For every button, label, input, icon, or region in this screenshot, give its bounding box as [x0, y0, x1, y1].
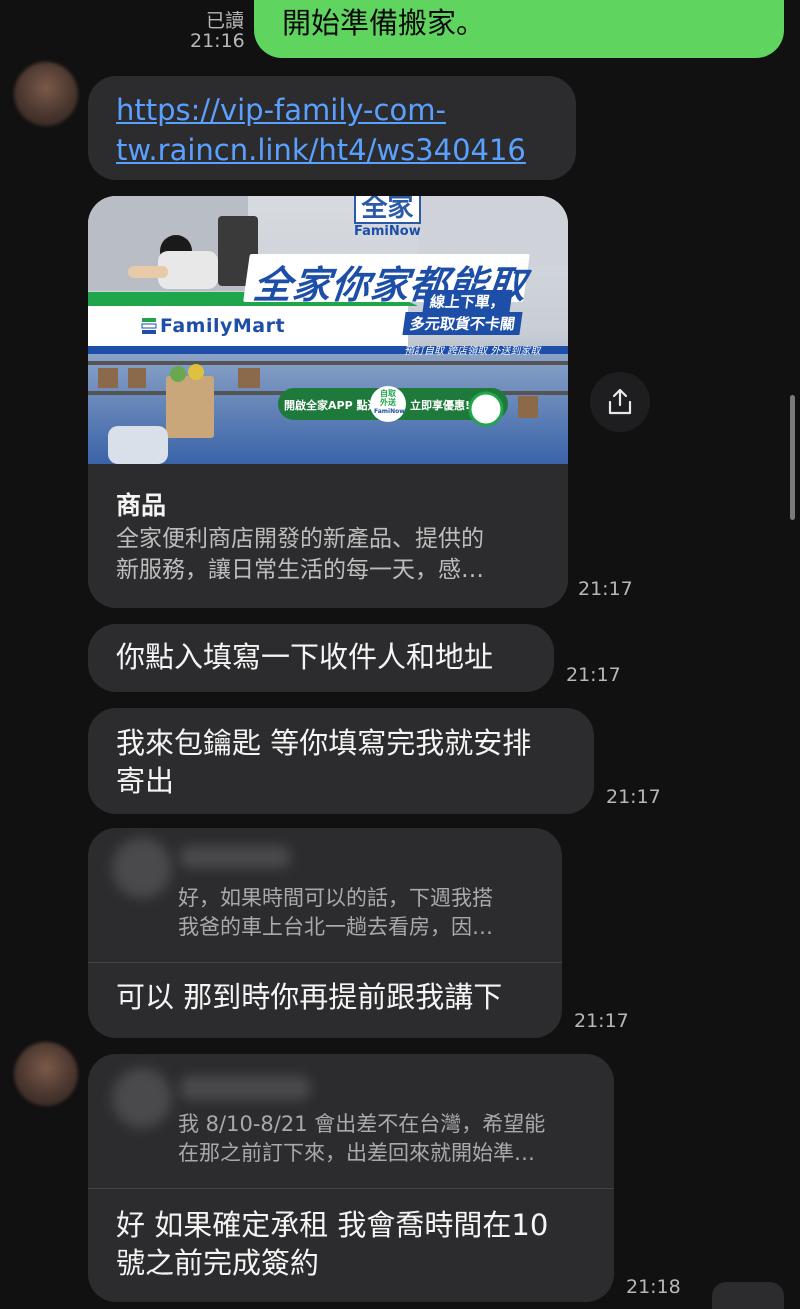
reply-bubble[interactable]: 好，如果時間可以的話，下週我搭 我爸的車上台北一趟去看房，因… 可以 那到時你再… — [88, 828, 562, 1038]
message-time: 21:17 — [574, 1010, 629, 1032]
link-preview-card[interactable]: 全家 FamiNow 全家你家都能取 線上下單， 多元取貨不卡關 預訂自取 跨店… — [88, 196, 568, 608]
sent-text: 開始準備搬家。 — [282, 6, 486, 40]
message-time: 21:17 — [566, 664, 621, 686]
cta-left: 開啟全家APP 點選 — [284, 399, 379, 412]
quoted-name-blurred — [180, 846, 290, 868]
reply-text: 可以 那到時你再提前跟我講下 — [116, 980, 503, 1014]
banner-sub1: 線上下單， — [422, 290, 513, 313]
message-text: 我來包鑰匙 等你填寫完我就安排 寄出 — [116, 726, 532, 798]
read-status: 已讀 — [206, 10, 245, 32]
banner-tags: 預訂自取 跨店領取 外送到家取 — [404, 346, 541, 357]
preview-banner[interactable]: 全家 FamiNow 全家你家都能取 線上下單， 多元取貨不卡關 預訂自取 跨店… — [88, 196, 568, 464]
divider — [88, 962, 562, 963]
message-text: 你點入填寫一下收件人和地址 — [116, 640, 494, 674]
quoted-name-blurred — [180, 1076, 310, 1100]
link-text-line2[interactable]: tw.raincn.link/ht4/ws340416 — [116, 130, 526, 170]
message-bubble[interactable]: 我來包鑰匙 等你填寫完我就安排 寄出 — [88, 708, 594, 814]
quoted-avatar-blurred — [112, 838, 172, 898]
message-time: 21:17 — [606, 786, 661, 808]
reply-text: 好 如果確定承租 我會喬時間在10 號之前完成簽約 — [116, 1208, 549, 1280]
faminow-icon: 自取 外送 FamiNow — [374, 389, 405, 415]
familymart-logo — [141, 318, 157, 334]
sent-bubble[interactable]: 開始準備搬家。 — [254, 0, 784, 58]
contact-avatar[interactable] — [14, 62, 78, 126]
sent-time: 21:16 — [190, 30, 245, 52]
bottom-corner-button[interactable] — [712, 1282, 784, 1309]
message-bubble[interactable]: 你點入填寫一下收件人和地址 — [88, 624, 554, 692]
brand-logo: 全家 FamiNow — [354, 196, 421, 239]
link-bubble[interactable]: https://vip-family-com- tw.raincn.link/h… — [88, 76, 576, 180]
cta-right: 立即享優惠! — [410, 399, 471, 412]
quoted-message: 我 8/10-8/21 會出差不在台灣，希望能 在那之前訂下來，出差回來就開始準… — [178, 1112, 546, 1165]
quoted-avatar-blurred — [112, 1068, 172, 1128]
preview-description: 全家便利商店開發的新產品、提供的 新服務，讓日常生活的每一天，感… — [116, 526, 484, 583]
contact-avatar[interactable] — [14, 1042, 78, 1106]
message-time: 21:17 — [578, 578, 633, 600]
store-name: FamilyMart — [160, 315, 286, 337]
share-icon — [608, 388, 632, 415]
scrollbar[interactable] — [790, 395, 795, 520]
reply-bubble[interactable]: 我 8/10-8/21 會出差不在台灣，希望能 在那之前訂下來，出差回來就開始準… — [88, 1054, 614, 1302]
banner-sub2: 多元取貨不卡關 — [402, 312, 523, 335]
preview-title: 商品 — [116, 491, 167, 520]
share-button[interactable] — [590, 372, 650, 432]
quoted-message: 好，如果時間可以的話，下週我搭 我爸的車上台北一趟去看房，因… — [178, 886, 493, 939]
message-time: 21:18 — [626, 1276, 681, 1298]
link-text-line1[interactable]: https://vip-family-com- — [116, 90, 526, 130]
divider — [88, 1188, 614, 1189]
